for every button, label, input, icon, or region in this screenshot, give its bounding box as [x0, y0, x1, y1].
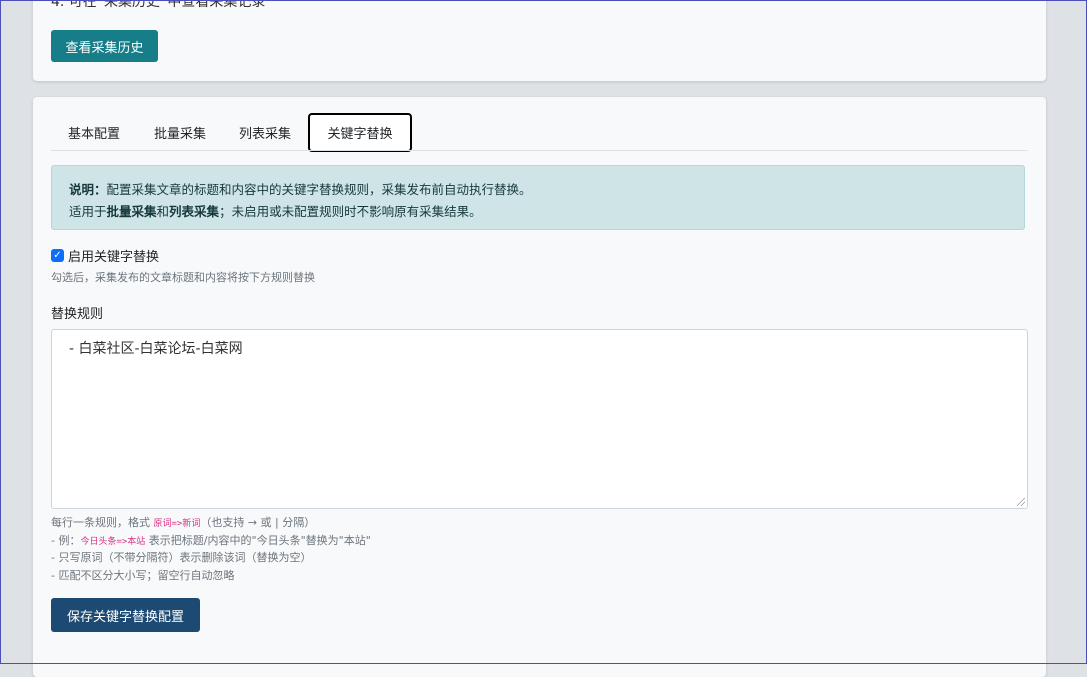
rules-textarea-value[interactable]: - 白菜社区-白菜论坛-白菜网 — [69, 338, 243, 358]
info-alert: 说明：配置采集文章的标题和内容中的关键字替换规则，采集发布前自动执行替换。 适用… — [51, 165, 1025, 230]
view-history-button[interactable]: 查看采集历史 — [51, 30, 158, 62]
help-line-2: - 例：今日头条=>本站 表示把标题/内容中的"今日头条"替换为"本站" — [51, 534, 371, 547]
help-line-3: - 只写原词（不带分隔符）表示删除该词（替换为空） — [51, 551, 312, 564]
note-line-1: 说明：配置采集文章的标题和内容中的关键字替换规则，采集发布前自动执行替换。 — [69, 182, 532, 197]
history-card — [33, 0, 1046, 81]
rules-label: 替换规则 — [51, 307, 104, 322]
tab-keyword-replace[interactable]: 关键字替换 — [308, 113, 412, 152]
tab-list-collect[interactable]: 列表采集 — [223, 114, 307, 151]
enable-replace-checkbox[interactable]: ✓ — [51, 249, 64, 262]
enable-hint: 勾选后，采集发布的文章标题和内容将按下方规则替换 — [51, 271, 315, 284]
tab-basic-config[interactable]: 基本配置 — [51, 114, 137, 151]
note-line-2: 适用于批量采集和列表采集；未启用或未配置规则时不影响原有采集结果。 — [69, 204, 482, 219]
tabs-divider — [51, 150, 1028, 151]
help-line-1: 每行一条规则，格式 原词=>新词（也支持 → 或 | 分隔） — [51, 516, 316, 529]
rules-textarea[interactable]: - 白菜社区-白菜论坛-白菜网 — [51, 329, 1028, 509]
enable-replace-label[interactable]: 启用关键字替换 — [68, 246, 159, 265]
enable-replace-row: ✓ 启用关键字替换 — [51, 246, 159, 265]
instruction-text: 4. 可在“采集历史”中查看采集记录 — [51, 0, 266, 10]
save-config-button[interactable]: 保存关键字替换配置 — [51, 598, 200, 632]
help-line-4: - 匹配不区分大小写；留空行自动忽略 — [51, 569, 235, 582]
tab-batch-collect[interactable]: 批量采集 — [138, 114, 222, 151]
resize-handle[interactable] — [1017, 498, 1025, 506]
